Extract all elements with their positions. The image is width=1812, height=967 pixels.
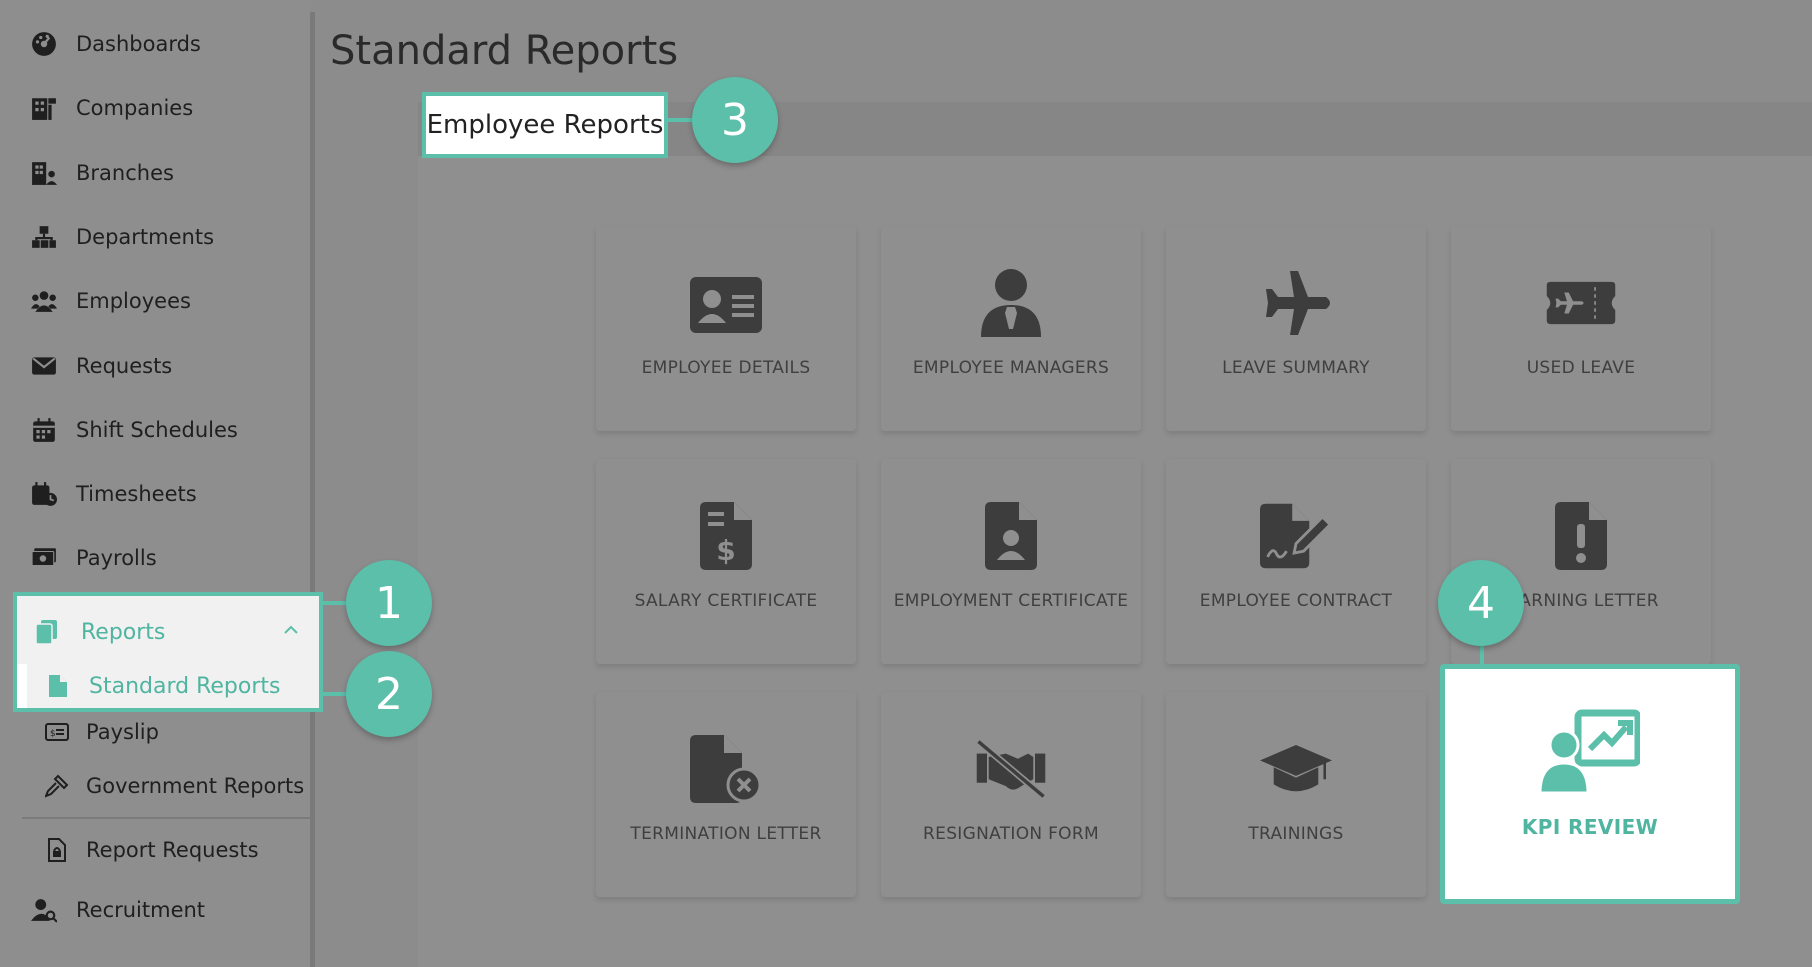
payslip-icon: $ — [44, 719, 70, 745]
tile-employee-details[interactable]: EMPLOYEE DETAILS — [596, 226, 856, 431]
gavel-icon — [44, 773, 70, 799]
sidebar-item-requests[interactable]: Requests — [30, 346, 172, 386]
tile-used-leave[interactable]: USED LEAVE — [1451, 226, 1711, 431]
tile-leave-summary[interactable]: LEAVE SUMMARY — [1166, 226, 1426, 431]
sidebar-divider — [22, 817, 310, 819]
sidebar-item-payrolls[interactable]: Payrolls — [30, 538, 157, 578]
sidebar-item-label: Payslip — [86, 720, 159, 744]
user-search-icon — [30, 896, 58, 924]
envelope-icon — [30, 352, 58, 380]
file-user-icon — [985, 502, 1037, 570]
sidebar-item-label: Requests — [76, 354, 173, 378]
tile-label: USED LEAVE — [1526, 358, 1636, 378]
tile-employment-certificate[interactable]: EMPLOYMENT CERTIFICATE — [881, 459, 1141, 664]
file-x-icon — [690, 735, 762, 803]
sidebar-item-standard-reports[interactable]: Standard Reports — [17, 664, 319, 708]
sidebar-item-timesheets[interactable]: Timesheets — [30, 474, 197, 514]
tile-termination-letter[interactable]: TERMINATION LETTER — [596, 692, 856, 897]
employees-icon — [30, 287, 58, 315]
file-signature-icon — [1260, 503, 1332, 569]
sidebar-item-label: Departments — [76, 225, 215, 249]
callout-connector — [1480, 646, 1484, 666]
callout-3: 3 — [692, 77, 778, 163]
sidebar-item-label: Payrolls — [76, 546, 157, 570]
tile-label: EMPLOYEE DETAILS — [641, 358, 811, 378]
manager-icon — [981, 269, 1041, 337]
branches-icon — [30, 159, 58, 187]
chevron-up-icon[interactable] — [279, 618, 303, 642]
sidebar-item-government-reports[interactable]: Government Reports — [44, 766, 304, 806]
sidebar-item-dashboards[interactable]: Dashboards — [30, 24, 201, 64]
tile-employee-contract[interactable]: EMPLOYEE CONTRACT — [1166, 459, 1426, 664]
sidebar-edge — [310, 12, 315, 967]
sidebar-item-label: Branches — [76, 161, 174, 185]
callout-1: 1 — [346, 560, 432, 646]
tile-label: EMPLOYMENT CERTIFICATE — [893, 591, 1129, 611]
tile-label: RESIGNATION FORM — [923, 824, 1099, 844]
sidebar-item-recruitment[interactable]: Recruitment — [30, 890, 205, 930]
tile-label: EMPLOYEE MANAGERS — [912, 358, 1110, 378]
page-title: Standard Reports — [330, 28, 679, 74]
tile-label: WARNING LETTER — [1503, 591, 1659, 611]
sidebar-item-label: Recruitment — [76, 898, 206, 922]
sidebar-item-label: Employees — [76, 289, 191, 313]
file-exclamation-icon — [1555, 502, 1607, 570]
sidebar: Dashboards Companies Branches Department… — [0, 0, 310, 967]
handshake-slash-icon — [976, 738, 1046, 800]
sidebar-item-label: Companies — [76, 96, 194, 120]
tile-kpi-review[interactable]: KPI REVIEW — [1440, 664, 1740, 904]
tile-salary-certificate[interactable]: $ SALARY CERTIFICATE — [596, 459, 856, 664]
companies-icon — [30, 94, 58, 122]
employee-reports-tab[interactable]: Employee Reports — [422, 92, 668, 158]
tile-employee-managers[interactable]: EMPLOYEE MANAGERS — [881, 226, 1141, 431]
calendar-icon — [30, 416, 58, 444]
tile-label: KPI REVIEW — [1521, 815, 1659, 839]
sidebar-item-label: Government Reports — [86, 774, 305, 798]
id-card-icon — [690, 277, 762, 333]
ticket-icon — [1546, 281, 1616, 325]
calendar-clock-icon — [30, 480, 58, 508]
sidebar-item-employees[interactable]: Employees — [30, 281, 191, 321]
sidebar-item-companies[interactable]: Companies — [30, 88, 193, 128]
tile-label: LEAVE SUMMARY — [1222, 358, 1370, 378]
sidebar-item-payslip[interactable]: $ Payslip — [44, 712, 159, 752]
tile-label: SALARY CERTIFICATE — [634, 591, 818, 611]
tile-label: TERMINATION LETTER — [630, 824, 822, 844]
sidebar-item-label: Dashboards — [76, 32, 201, 56]
sidebar-item-label: Report Requests — [86, 838, 259, 862]
svg-text:$: $ — [50, 729, 56, 739]
callout-2: 2 — [346, 651, 432, 737]
file-lock-icon — [44, 837, 70, 863]
file-icon — [45, 673, 71, 699]
tile-label: TRAININGS — [1248, 824, 1344, 844]
tile-resignation-form[interactable]: RESIGNATION FORM — [881, 692, 1141, 897]
dashboard-icon — [30, 30, 58, 58]
sidebar-item-report-requests[interactable]: Report Requests — [44, 830, 259, 870]
reports-icon — [33, 618, 61, 646]
sidebar-item-label: Timesheets — [76, 482, 197, 506]
sidebar-item-label: Standard Reports — [89, 673, 281, 699]
sidebar-item-reports[interactable]: Reports — [33, 610, 313, 654]
active-indicator — [17, 664, 27, 708]
sidebar-item-departments[interactable]: Departments — [30, 217, 214, 257]
sidebar-item-shift-schedules[interactable]: Shift Schedules — [30, 410, 238, 450]
presentation-chart-icon — [1540, 709, 1640, 793]
sidebar-item-label: Reports — [81, 619, 166, 645]
file-dollar-icon: $ — [700, 502, 752, 570]
sidebar-item-label: Shift Schedules — [76, 418, 238, 442]
tile-label: EMPLOYEE CONTRACT — [1199, 591, 1393, 611]
tile-trainings[interactable]: TRAININGS — [1166, 692, 1426, 897]
sidebar-item-branches[interactable]: Branches — [30, 153, 174, 193]
departments-icon — [30, 223, 58, 251]
svg-text:$: $ — [716, 534, 735, 567]
graduation-cap-icon — [1260, 745, 1332, 792]
airplane-icon — [1266, 271, 1330, 335]
reports-highlight: Reports Standard Reports — [13, 592, 323, 712]
money-icon — [30, 544, 58, 572]
callout-4: 4 — [1438, 560, 1524, 646]
